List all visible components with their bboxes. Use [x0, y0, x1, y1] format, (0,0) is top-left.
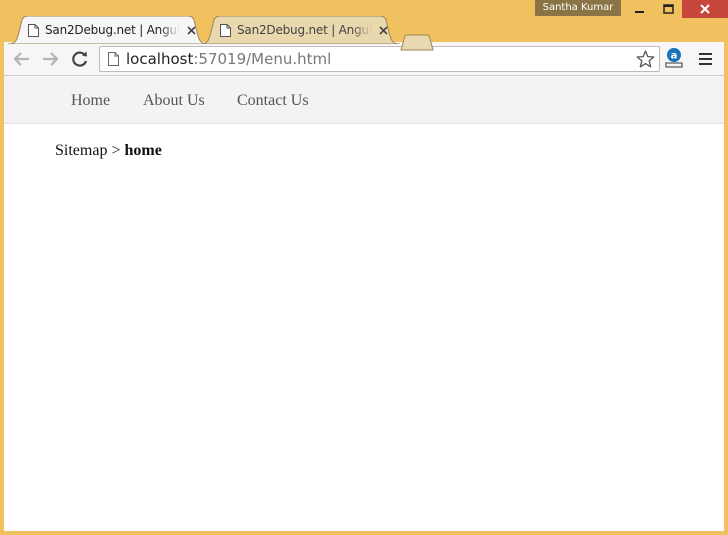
forward-button[interactable]: [40, 49, 60, 69]
tab-title: San2Debug.net | AngularJS: [237, 23, 372, 37]
page-viewport: Home About Us Contact Us Sitemap > home: [4, 76, 724, 531]
hamburger-icon: [698, 58, 712, 60]
svg-text:a: a: [671, 51, 678, 62]
minimize-icon: [635, 11, 644, 13]
nav-link-contact-us[interactable]: Contact Us: [237, 92, 309, 110]
page-icon: [108, 52, 119, 66]
bookmark-button[interactable]: [635, 50, 655, 68]
breadcrumb: Sitemap > home: [55, 142, 162, 160]
breadcrumb-root: Sitemap: [55, 142, 108, 159]
browser-toolbar: localhost:57019/Menu.html a: [4, 42, 724, 76]
site-navbar: Home About Us Contact Us: [4, 76, 724, 124]
url-host: localhost: [126, 50, 194, 68]
tab-close-button[interactable]: [376, 23, 390, 37]
hamburger-icon: [698, 53, 712, 55]
reload-icon: [72, 51, 88, 67]
back-button[interactable]: [12, 49, 32, 69]
arrow-right-icon: [43, 52, 59, 66]
tab-strip: San2Debug.net | AngularJS San2Debug.net …: [0, 14, 728, 51]
close-icon: [186, 25, 196, 35]
new-tab-button[interactable]: [400, 34, 434, 51]
tab-active[interactable]: San2Debug.net | AngularJS: [8, 16, 208, 44]
chrome-menu-button[interactable]: [696, 50, 714, 68]
nav-link-home[interactable]: Home: [71, 92, 110, 110]
close-icon: [378, 25, 388, 35]
arrow-left-icon: [13, 52, 29, 66]
tab-inactive[interactable]: San2Debug.net | AngularJS: [200, 16, 400, 44]
page-icon: [28, 23, 39, 37]
tab-close-button[interactable]: [184, 23, 198, 37]
breadcrumb-separator: >: [107, 142, 125, 159]
reload-button[interactable]: [70, 49, 90, 69]
close-icon: [700, 4, 710, 14]
extension-icon[interactable]: a: [663, 47, 685, 69]
url-path: :57019/Menu.html: [193, 50, 332, 68]
breadcrumb-current: home: [124, 142, 162, 159]
maximize-icon: [662, 4, 674, 14]
hamburger-icon: [698, 63, 712, 65]
page-icon: [220, 23, 231, 37]
url-text[interactable]: localhost:57019/Menu.html: [126, 50, 659, 68]
tab-title: San2Debug.net | AngularJS: [45, 23, 180, 37]
nav-link-about-us[interactable]: About Us: [143, 92, 205, 110]
address-bar[interactable]: localhost:57019/Menu.html: [99, 46, 660, 72]
star-icon: [636, 50, 654, 68]
